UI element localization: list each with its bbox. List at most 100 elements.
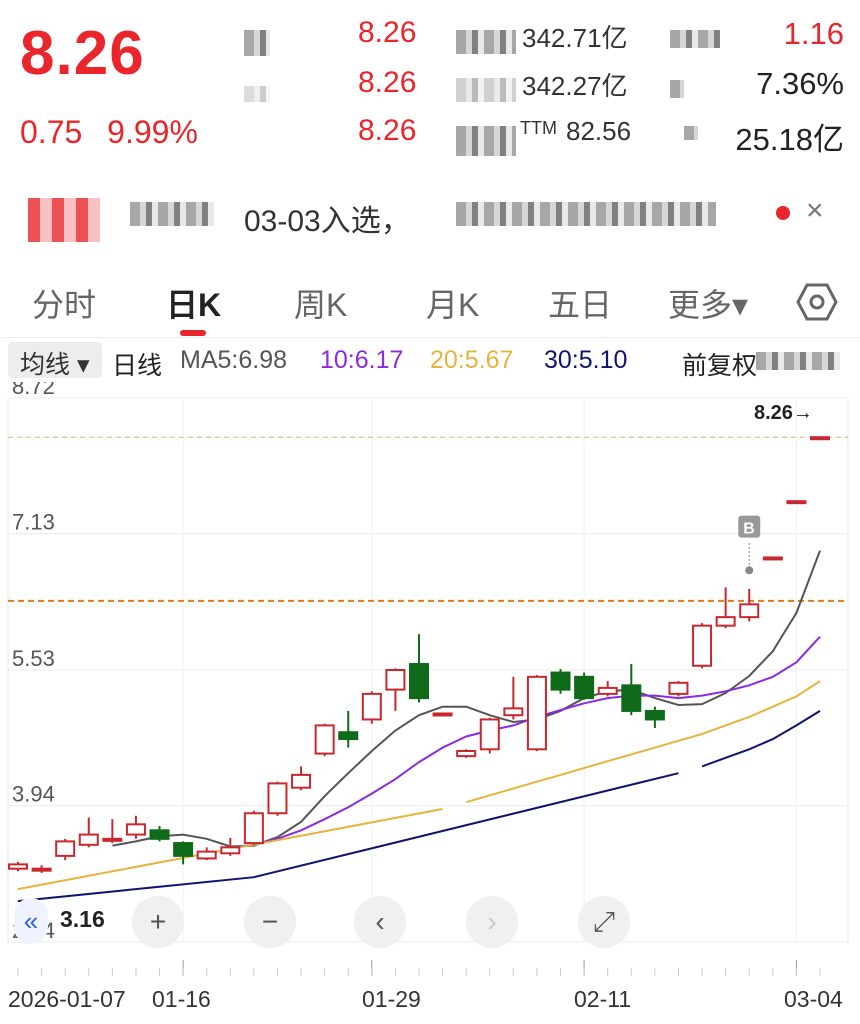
- candle-body: [621, 684, 642, 712]
- candle-body: [456, 750, 477, 758]
- x-label-0304: 03-04: [784, 986, 843, 1012]
- x-label-start: 2026-01-07: [8, 986, 126, 1012]
- candle-body: [692, 624, 713, 667]
- candle-body: [267, 782, 288, 815]
- redacted-label: [456, 126, 516, 156]
- candle-body: [314, 724, 335, 755]
- chart-period-tabs: 分时 日K 周K 月K 五日 更多▾: [0, 262, 860, 338]
- tab-weekly-k[interactable]: 周K: [294, 280, 347, 326]
- quote-turnover-amount: 342.71亿: [522, 23, 628, 53]
- alert-close-button[interactable]: ×: [806, 194, 824, 228]
- candle-body: [810, 436, 830, 441]
- candle-body: [243, 812, 264, 845]
- candle-body: [291, 773, 312, 789]
- candle-body: [55, 840, 76, 857]
- min-price-label: 3.16: [60, 906, 105, 932]
- x-label-0116: 01-16: [152, 986, 211, 1012]
- ma20-value: 20:5.67: [430, 346, 514, 374]
- ma30-value: 30:5.10: [544, 346, 628, 374]
- redacted-label: [684, 126, 698, 140]
- candle-body: [526, 675, 547, 751]
- redacted-logo: [28, 198, 100, 242]
- ma-legend: 均线 ▾ 日线 MA5:6.98 10:6.17 20:5.67 30:5.10…: [0, 338, 860, 382]
- alert-text: 03-03入选，: [244, 205, 411, 238]
- candle-body: [762, 556, 783, 561]
- quote-turnover-rate: 7.36%: [756, 66, 844, 101]
- redacted-label: [670, 30, 720, 48]
- tab-intraday[interactable]: 分时: [32, 280, 96, 326]
- candle-body: [78, 833, 99, 846]
- buy-marker-label: B: [743, 521, 755, 538]
- candle-body: [644, 709, 665, 721]
- ma30-line-start: [17, 772, 679, 903]
- candle-body: [196, 850, 217, 860]
- quote-ttm-label: TTM: [520, 118, 557, 138]
- tab-more[interactable]: 更多▾: [668, 280, 748, 326]
- indicator-selector[interactable]: 均线 ▾: [8, 342, 102, 379]
- y-tick-label: 8.72: [12, 382, 55, 399]
- candle-body: [125, 823, 146, 836]
- quote-limit-up: 8.26: [358, 114, 417, 147]
- candle-body: [102, 837, 123, 842]
- quote-open: 8.26: [358, 66, 417, 99]
- prev-button[interactable]: ‹: [354, 896, 406, 948]
- candle-body: [597, 686, 618, 695]
- adjust-mode[interactable]: 前复权: [682, 346, 757, 382]
- redacted-label: [670, 80, 684, 98]
- quote-volume-ratio: 1.16: [783, 16, 844, 51]
- quote-market-cap: 342.27亿: [522, 71, 628, 101]
- selection-alert-banner[interactable]: 03-03入选，: [0, 172, 860, 258]
- tab-five-day[interactable]: 五日: [548, 280, 612, 326]
- quote-float-cap: 25.18亿: [735, 122, 844, 157]
- alert-unread-dot: [776, 206, 790, 220]
- y-tick-label: 7.13: [12, 510, 55, 535]
- change-amount: 0.75: [20, 114, 83, 150]
- candle-body: [338, 731, 359, 741]
- candle-body: [786, 500, 807, 505]
- zoom-in-button[interactable]: +: [132, 896, 184, 948]
- period-label: 日线: [112, 352, 163, 380]
- tab-daily-k[interactable]: 日K: [166, 280, 221, 326]
- candle-body: [715, 616, 736, 627]
- next-button[interactable]: ›: [466, 896, 518, 948]
- ma10-value: 10:6.17: [320, 346, 404, 374]
- candle-body: [432, 712, 453, 717]
- y-tick-label: 3.94: [12, 782, 55, 807]
- candle-body: [173, 842, 194, 857]
- x-label-0129: 01-29: [362, 986, 421, 1012]
- candle-body: [8, 863, 28, 870]
- candle-body: [149, 829, 170, 840]
- candle-body: [739, 603, 760, 619]
- redacted-label: [244, 86, 270, 102]
- active-tab-indicator: [180, 330, 206, 336]
- change-percent: 9.99%: [107, 114, 198, 150]
- candle-body: [668, 681, 689, 695]
- buy-marker-dot: [745, 566, 754, 575]
- redacted-label: [244, 30, 270, 56]
- last-price-label: 8.26→: [754, 402, 813, 424]
- quote-high: 8.26: [358, 16, 417, 49]
- y-tick-label: 5.53: [12, 646, 55, 671]
- ma30-line: [701, 710, 821, 768]
- ma5-value: MA5:6.98: [180, 346, 288, 374]
- fullscreen-button[interactable]: ⤢: [578, 896, 630, 948]
- chart-settings-icon[interactable]: [796, 282, 838, 322]
- zoom-out-button[interactable]: −: [244, 896, 296, 948]
- candle-body: [409, 663, 429, 700]
- candle-body: [220, 846, 241, 855]
- quote-header: 8.26 0.75 9.99% 8.26 8.26 8.26 342.71亿 3…: [0, 0, 860, 172]
- candle-body: [385, 669, 406, 691]
- redacted-label: [756, 352, 840, 370]
- candle-body: [31, 867, 52, 872]
- collapse-button[interactable]: «: [14, 898, 48, 944]
- kline-chart[interactable]: 8.727.135.533.942.348.26→B: [0, 382, 860, 982]
- redacted-label: [456, 30, 516, 54]
- candle-body: [361, 692, 382, 721]
- candle-body: [503, 707, 524, 717]
- candle-body: [479, 718, 500, 751]
- redacted-label: [456, 202, 716, 226]
- redacted-label: [456, 78, 516, 102]
- candle-body: [550, 671, 571, 691]
- tab-monthly-k[interactable]: 月K: [426, 280, 479, 326]
- quote-pe-ttm: 82.56: [566, 116, 632, 146]
